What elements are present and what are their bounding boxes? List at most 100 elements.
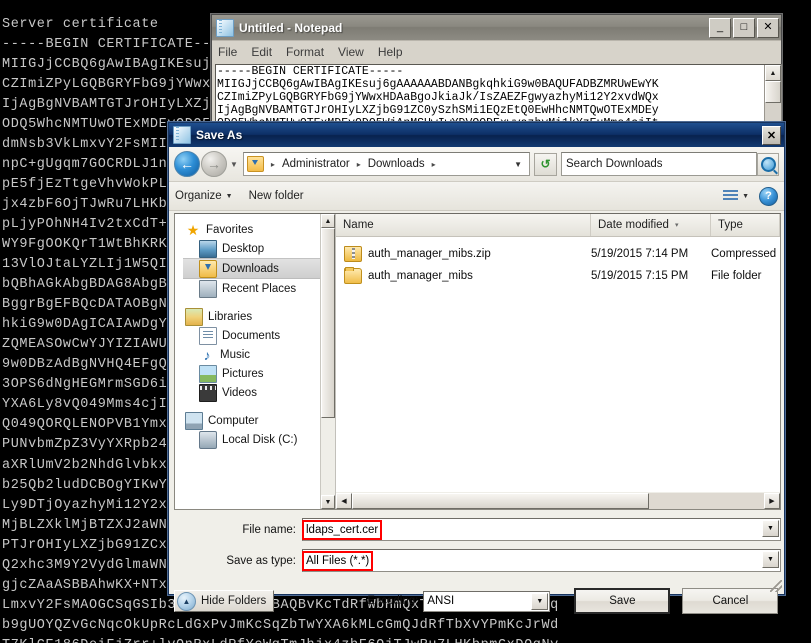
sidebar-item-documents[interactable]: Documents xyxy=(183,326,320,345)
notepad-caption-buttons: _ □ ✕ xyxy=(709,18,779,38)
save-as-dialog: Save As ✕ ← → ▼ ▸ Administrator ▸ Downlo… xyxy=(168,122,785,595)
save-as-type-select[interactable]: All Files (*.*) ▼ xyxy=(302,549,781,572)
column-header-name[interactable]: Name xyxy=(336,214,591,236)
maximize-button[interactable]: □ xyxy=(733,18,755,38)
file-rows: auth_manager_mibs.zip5/19/2015 7:14 PMCo… xyxy=(336,237,780,287)
menu-format[interactable]: Format xyxy=(286,45,324,59)
new-folder-button[interactable]: New folder xyxy=(249,190,304,202)
cell-type: File folder xyxy=(711,270,780,282)
encoding-label: Encoding: xyxy=(367,595,418,607)
file-list-horizontal-scrollbar[interactable]: ◀ ▶ xyxy=(336,492,780,509)
menu-file[interactable]: File xyxy=(218,45,237,59)
breadcrumb-dropdown-icon[interactable]: ▼ xyxy=(514,160,526,169)
save-as-type-label: Save as type: xyxy=(174,555,302,567)
nav-group-header-computer[interactable]: Computer xyxy=(183,411,320,430)
navigation-pane-scrollbar[interactable]: ▲ ▼ xyxy=(320,214,335,509)
breadcrumb-item-administrator[interactable]: Administrator xyxy=(280,157,352,171)
file-name-input[interactable]: ldaps_cert.cer ▼ xyxy=(302,518,781,541)
scrollbar-thumb[interactable] xyxy=(765,81,781,103)
downloads-folder-icon xyxy=(199,260,217,278)
encoding-dropdown-icon[interactable]: ▼ xyxy=(531,593,548,610)
organize-button[interactable]: Organize ▼ xyxy=(175,190,233,202)
sidebar-item-label: Local Disk (C:) xyxy=(222,434,297,446)
cancel-button[interactable]: Cancel xyxy=(682,588,778,614)
cancel-button-wrap: Cancel xyxy=(682,588,778,614)
nav-group-header-libraries[interactable]: Libraries xyxy=(183,307,320,326)
sidebar-item-recent-places[interactable]: Recent Places xyxy=(183,279,320,298)
dialog-close-button[interactable]: ✕ xyxy=(762,126,781,145)
sidebar-item-label: Music xyxy=(220,349,250,361)
resize-grip[interactable] xyxy=(770,580,782,592)
hide-folders-button[interactable]: ▲ Hide Folders xyxy=(174,590,274,612)
refresh-icon[interactable]: ↺ xyxy=(534,153,557,176)
notepad-window: Untitled - Notepad _ □ ✕ File Edit Forma… xyxy=(211,14,782,125)
help-icon[interactable]: ? xyxy=(759,187,778,206)
back-arrow-icon[interactable]: ← xyxy=(174,151,200,177)
search-button[interactable] xyxy=(757,153,779,176)
navpane-scroll-down-icon[interactable]: ▼ xyxy=(321,495,335,509)
notepad-titlebar[interactable]: Untitled - Notepad _ □ ✕ xyxy=(212,15,781,41)
nav-group-label: Computer xyxy=(208,415,259,427)
save-as-type-value: All Files (*.*) xyxy=(304,553,371,569)
column-header-date-modified[interactable]: Date modified ▾ xyxy=(591,214,711,236)
navpane-scroll-up-icon[interactable]: ▲ xyxy=(321,214,335,228)
history-dropdown-icon[interactable]: ▼ xyxy=(230,160,238,169)
menu-edit[interactable]: Edit xyxy=(251,45,272,59)
hscroll-right-arrow-icon[interactable]: ▶ xyxy=(764,493,780,509)
sidebar-item-pictures[interactable]: Pictures xyxy=(183,364,320,383)
hscroll-left-arrow-icon[interactable]: ◀ xyxy=(336,493,352,509)
file-name-label: File name: xyxy=(174,524,302,536)
sidebar-item-videos[interactable]: Videos xyxy=(183,383,320,402)
sidebar-item-downloads[interactable]: Downloads xyxy=(183,258,320,279)
save-as-titlebar[interactable]: Save As ✕ xyxy=(169,123,784,147)
notepad-editor[interactable]: -----BEGIN CERTIFICATE----- MIIGJjCCBQ6g… xyxy=(215,64,782,124)
navpane-scrollbar-thumb[interactable] xyxy=(321,228,335,418)
forward-arrow-icon[interactable]: → xyxy=(201,151,227,177)
sidebar-item-label: Recent Places xyxy=(222,283,296,295)
save-as-type-dropdown-icon[interactable]: ▼ xyxy=(762,551,779,568)
hide-folders-label: Hide Folders xyxy=(201,595,266,607)
sidebar-item-desktop[interactable]: Desktop xyxy=(183,239,320,258)
sidebar-item-local-disk-c[interactable]: Local Disk (C:) xyxy=(183,430,320,449)
hscroll-thumb[interactable] xyxy=(352,493,649,509)
screenshot-root: Server certificate -----BEGIN CERTIFICAT… xyxy=(0,0,811,643)
search-icon xyxy=(761,157,776,172)
scroll-up-arrow-icon[interactable]: ▲ xyxy=(765,65,781,81)
file-name-value: ldaps_cert.cer xyxy=(304,522,380,538)
close-button[interactable]: ✕ xyxy=(757,18,779,38)
file-name-dropdown-icon[interactable]: ▼ xyxy=(762,520,779,537)
breadcrumb[interactable]: ▸ Administrator ▸ Downloads ▸ ▼ xyxy=(243,152,530,176)
chevron-down-icon: ▼ xyxy=(226,193,233,200)
dialog-footer: ▲ Hide Folders Encoding: ANSI ▼ Save Can… xyxy=(174,588,781,614)
address-bar: ← → ▼ ▸ Administrator ▸ Downloads ▸ ▼ ↺ … xyxy=(169,147,784,182)
column-label-type: Type xyxy=(718,219,743,231)
new-folder-label: New folder xyxy=(249,190,304,202)
document-icon xyxy=(199,327,217,345)
menu-view[interactable]: View xyxy=(338,45,364,59)
cell-date-modified: 5/19/2015 7:14 PM xyxy=(591,248,711,260)
table-row[interactable]: auth_manager_mibs.zip5/19/2015 7:14 PMCo… xyxy=(336,243,780,265)
nav-group-header-favorites[interactable]: ★Favorites xyxy=(183,220,320,239)
breadcrumb-item-downloads[interactable]: Downloads xyxy=(366,157,427,171)
hscroll-track[interactable] xyxy=(352,493,764,509)
breadcrumb-sep-icon-3: ▸ xyxy=(432,160,436,169)
column-header-type[interactable]: Type xyxy=(711,214,780,236)
view-mode-button[interactable]: ▼ xyxy=(723,190,749,203)
sidebar-item-label: Videos xyxy=(222,387,257,399)
save-as-type-row: Save as type: All Files (*.*) ▼ xyxy=(174,549,781,572)
file-name-row: File name: ldaps_cert.cer ▼ xyxy=(174,518,781,541)
browser-panes: ★FavoritesDesktopDownloads Recent Places L… xyxy=(174,213,781,510)
notepad-vertical-scrollbar[interactable]: ▲ xyxy=(764,65,781,121)
sidebar-item-music[interactable]: ♪Music xyxy=(183,345,320,364)
table-row[interactable]: auth_manager_mibs5/19/2015 7:15 PMFile f… xyxy=(336,265,780,287)
folder-icon xyxy=(247,156,264,172)
sidebar-item-label: Documents xyxy=(222,330,280,342)
encoding-select[interactable]: ANSI ▼ xyxy=(423,591,550,612)
minimize-button[interactable]: _ xyxy=(709,18,731,38)
file-name-text: auth_manager_mibs.zip xyxy=(368,248,491,260)
save-button[interactable]: Save xyxy=(574,588,670,614)
file-list-header: Name Date modified ▾ Type xyxy=(336,214,780,237)
search-input[interactable]: Search Downloads xyxy=(561,152,757,176)
menu-help[interactable]: Help xyxy=(378,45,403,59)
sidebar-item-label: Pictures xyxy=(222,368,264,380)
